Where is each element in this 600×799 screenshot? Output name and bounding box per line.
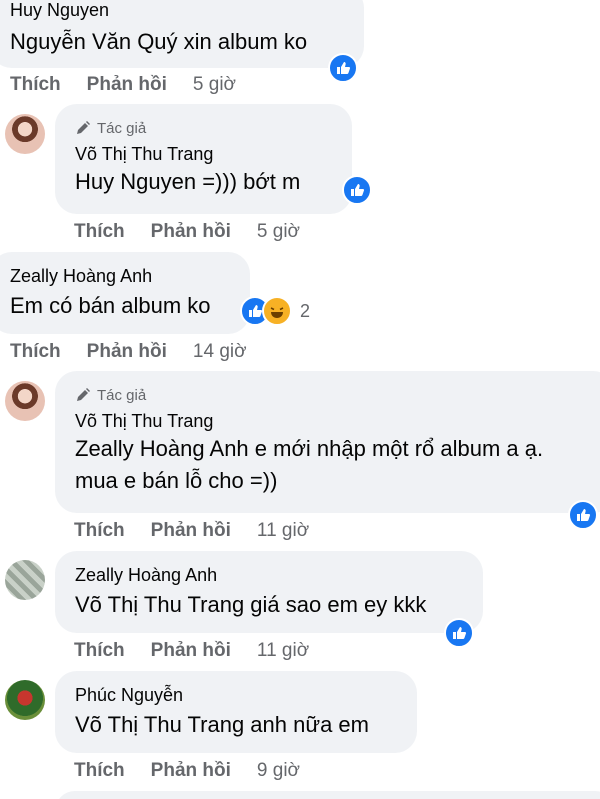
reaction-count: 2 bbox=[300, 300, 311, 321]
comment-text: Zeally Hoàng Anh e mới nhập một rổ album… bbox=[75, 434, 600, 464]
like-button[interactable]: Thích bbox=[10, 341, 61, 363]
comment-text: Nguyễn Văn Quý xin album ko bbox=[10, 27, 364, 57]
comment-time[interactable]: 5 giờ bbox=[193, 74, 236, 96]
comment-bubble: Huy Nguyen Nguyễn Văn Quý xin album ko bbox=[0, 0, 364, 68]
pencil-icon bbox=[77, 121, 90, 134]
comment-body: xin album ko bbox=[177, 29, 308, 54]
comment-time[interactable]: 5 giờ bbox=[257, 221, 300, 243]
comment-bubble: Zeally Hoàng Anh Võ Thị Thu Trang giá sa… bbox=[55, 551, 483, 633]
comment-time[interactable]: 11 giờ bbox=[257, 640, 309, 662]
like-icon bbox=[444, 618, 474, 648]
reply-button[interactable]: Phản hồi bbox=[151, 760, 231, 782]
avatar[interactable] bbox=[5, 560, 45, 600]
reply-button[interactable]: Phản hồi bbox=[87, 74, 167, 96]
comment-actions: Thích Phản hồi 14 giờ bbox=[10, 341, 247, 363]
comment-actions: Thích Phản hồi 5 giờ bbox=[10, 74, 236, 96]
comment-author[interactable]: Zeally Hoàng Anh bbox=[10, 266, 250, 287]
comment-bubble-partial bbox=[55, 791, 600, 799]
comment-text: Huy Nguyen =))) bớt m bbox=[75, 167, 352, 197]
comment-body: anh nữa em bbox=[244, 712, 369, 737]
comment-actions: Thích Phản hồi 11 giờ bbox=[74, 640, 309, 662]
reply-button[interactable]: Phản hồi bbox=[151, 520, 231, 542]
like-button[interactable]: Thích bbox=[74, 520, 125, 542]
comment-author[interactable]: Phúc Nguyễn bbox=[75, 685, 417, 706]
reaction-like[interactable] bbox=[328, 53, 358, 83]
comment-time[interactable]: 14 giờ bbox=[193, 341, 247, 363]
haha-icon bbox=[262, 296, 292, 326]
comment-bubble: Tác giả Võ Thị Thu Trang Zeally Hoàng An… bbox=[55, 371, 600, 513]
reply-button[interactable]: Phản hồi bbox=[151, 221, 231, 243]
like-button[interactable]: Thích bbox=[74, 221, 125, 243]
mention-link[interactable]: Nguyễn Văn Quý bbox=[10, 29, 178, 54]
comment-body: giá sao em ey kkk bbox=[244, 592, 427, 617]
comment-actions: Thích Phản hồi 5 giờ bbox=[74, 221, 300, 243]
comment-time[interactable]: 11 giờ bbox=[257, 520, 309, 542]
comment-body: e mới nhập một rổ album a ạ. bbox=[248, 436, 544, 461]
comment-actions: Thích Phản hồi 9 giờ bbox=[74, 760, 300, 782]
comment-author[interactable]: Zeally Hoàng Anh bbox=[75, 565, 483, 586]
like-button[interactable]: Thích bbox=[74, 760, 125, 782]
comment-text: Em có bán album ko bbox=[10, 293, 211, 318]
pencil-icon bbox=[77, 388, 90, 401]
mention-link[interactable]: Võ Thị Thu Trang bbox=[75, 712, 244, 737]
avatar[interactable] bbox=[5, 680, 45, 720]
comment-text: Võ Thị Thu Trang anh nữa em bbox=[75, 710, 417, 740]
reaction-summary[interactable]: 2 bbox=[240, 296, 310, 326]
reply-button[interactable]: Phản hồi bbox=[151, 640, 231, 662]
mention-link[interactable]: Zeally Hoàng Anh bbox=[75, 436, 249, 461]
reaction-like[interactable] bbox=[342, 175, 372, 205]
like-icon bbox=[568, 500, 598, 530]
avatar[interactable] bbox=[5, 381, 45, 421]
comment-bubble: Zeally Hoàng Anh Em có bán album ko bbox=[0, 252, 250, 334]
comment-bubble: Tác giả Võ Thị Thu Trang Huy Nguyen =)))… bbox=[55, 104, 352, 214]
like-button[interactable]: Thích bbox=[74, 640, 125, 662]
like-icon bbox=[328, 53, 358, 83]
comment-body: =))) bớt m bbox=[196, 169, 301, 194]
comment-author[interactable]: Võ Thị Thu Trang bbox=[75, 411, 600, 432]
comment-text-line2: mua e bán lỗ cho =)) bbox=[75, 468, 278, 493]
like-button[interactable]: Thích bbox=[10, 74, 61, 96]
comment-bubble: Phúc Nguyễn Võ Thị Thu Trang anh nữa em bbox=[55, 671, 417, 753]
reply-button[interactable]: Phản hồi bbox=[87, 341, 167, 363]
badge-label: Tác giả bbox=[97, 386, 147, 404]
comment-time[interactable]: 9 giờ bbox=[257, 760, 300, 782]
author-badge: Tác giả bbox=[75, 385, 600, 405]
badge-label: Tác giả bbox=[97, 119, 147, 137]
author-badge: Tác giả bbox=[75, 118, 352, 138]
like-icon bbox=[342, 175, 372, 205]
comment-text: Võ Thị Thu Trang giá sao em ey kkk bbox=[75, 590, 483, 620]
mention-link[interactable]: Huy Nguyen bbox=[75, 169, 196, 194]
reaction-like[interactable] bbox=[444, 618, 474, 648]
reaction-like[interactable] bbox=[568, 500, 598, 530]
mention-link[interactable]: Võ Thị Thu Trang bbox=[75, 592, 244, 617]
comment-author[interactable]: Võ Thị Thu Trang bbox=[75, 144, 352, 165]
comment-author[interactable]: Huy Nguyen bbox=[10, 0, 364, 21]
comment-actions: Thích Phản hồi 11 giờ bbox=[74, 520, 309, 542]
avatar[interactable] bbox=[5, 114, 45, 154]
